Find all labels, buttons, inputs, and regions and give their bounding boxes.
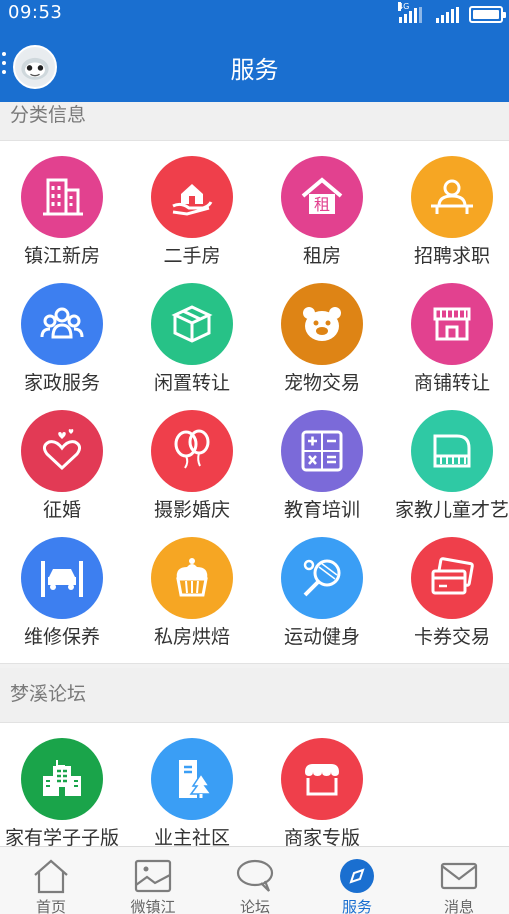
home-icon xyxy=(31,857,71,895)
building-icon xyxy=(21,156,103,238)
service-label: 私房烘焙 xyxy=(153,626,230,648)
signal-4g-icon: 4G xyxy=(398,2,422,23)
mail-icon xyxy=(439,857,479,895)
forum-item[interactable]: 业主社区 xyxy=(130,723,260,849)
box-icon xyxy=(151,283,233,365)
piano-icon xyxy=(411,410,493,492)
cupcake-icon xyxy=(151,537,233,619)
forum-item[interactable]: 家有学子子版 xyxy=(0,723,130,849)
service-label: 宠物交易 xyxy=(283,372,360,394)
section-header-classifieds: 分类信息 xyxy=(0,102,509,140)
title-bar: 服务 xyxy=(0,26,509,102)
service-label: 征婚 xyxy=(42,499,81,521)
service-label: 家政服务 xyxy=(23,372,100,394)
storefront-icon xyxy=(281,738,363,820)
service-item[interactable]: 运动健身 xyxy=(260,522,390,648)
shop-icon xyxy=(411,283,493,365)
tab-weizhenjiang[interactable]: 微镇江 xyxy=(102,847,204,914)
service-item[interactable]: 私房烘焙 xyxy=(130,522,260,648)
service-item[interactable]: 闲置转让 xyxy=(130,268,260,394)
service-item[interactable]: 租 租房 xyxy=(260,141,390,267)
service-item[interactable]: 维修保养 xyxy=(0,522,130,648)
rent-house-icon: 租 xyxy=(281,156,363,238)
service-label: 租房 xyxy=(302,245,341,267)
service-item[interactable]: 家政服务 xyxy=(0,268,130,394)
forum-grid: 家有学子子版 业主社区 商家专版 xyxy=(0,722,509,849)
tab-home[interactable]: 首页 xyxy=(0,847,102,914)
section-header-forum: 梦溪论坛 xyxy=(0,668,509,722)
battery-icon xyxy=(469,6,506,23)
service-item[interactable]: 镇江新房 xyxy=(0,141,130,267)
compass-icon xyxy=(337,857,377,895)
service-label: 运动健身 xyxy=(283,626,360,648)
svg-text:租: 租 xyxy=(314,195,330,214)
hand-house-icon xyxy=(151,156,233,238)
cards-icon xyxy=(411,537,493,619)
community-icon xyxy=(151,738,233,820)
services-grid: 镇江新房 二手房 租 租房 招聘求职 家政服务 闲置转让 宠物交易 商铺转让 征… xyxy=(0,140,509,664)
person-desk-icon xyxy=(411,156,493,238)
service-label: 维修保养 xyxy=(23,626,100,648)
page-title: 服务 xyxy=(230,56,279,84)
calculator-icon xyxy=(281,410,363,492)
service-item[interactable]: 商铺转让 xyxy=(390,268,509,394)
racket-icon xyxy=(281,537,363,619)
tab-messages[interactable]: 消息 xyxy=(408,847,509,914)
service-label: 商铺转让 xyxy=(413,372,490,394)
service-item[interactable]: 招聘求职 xyxy=(390,141,509,267)
forum-item[interactable]: 商家专版 xyxy=(260,723,390,849)
bear-face-icon xyxy=(281,283,363,365)
school-icon xyxy=(21,738,103,820)
bottom-tab-bar: 首页 微镇江 论坛 服务 消息 xyxy=(0,846,509,914)
service-label: 二手房 xyxy=(163,245,221,267)
service-label: 家教儿童才艺 xyxy=(394,499,509,521)
service-item[interactable]: 征婚 xyxy=(0,395,130,521)
service-item[interactable]: 教育培训 xyxy=(260,395,390,521)
car-lift-icon xyxy=(21,537,103,619)
service-label: 卡券交易 xyxy=(413,626,490,648)
service-item[interactable]: 卡券交易 xyxy=(390,522,509,648)
people-group-icon xyxy=(21,283,103,365)
status-icons: 4G xyxy=(398,2,506,23)
tab-services[interactable]: 服务 xyxy=(306,847,408,914)
service-label: 摄影婚庆 xyxy=(153,499,230,521)
service-item[interactable]: 摄影婚庆 xyxy=(130,395,260,521)
service-item[interactable]: 二手房 xyxy=(130,141,260,267)
service-label: 镇江新房 xyxy=(23,245,100,267)
signal-icon xyxy=(436,7,459,23)
service-label: 招聘求职 xyxy=(413,245,490,267)
service-label: 闲置转让 xyxy=(153,372,230,394)
picture-icon xyxy=(133,857,173,895)
chat-bubble-icon xyxy=(235,857,275,895)
service-item[interactable]: 家教儿童才艺 xyxy=(390,395,509,521)
service-item[interactable]: 宠物交易 xyxy=(260,268,390,394)
status-bar: 09:53 4G xyxy=(0,0,509,26)
tab-forum[interactable]: 论坛 xyxy=(204,847,306,914)
hearts-icon xyxy=(21,410,103,492)
balloons-icon xyxy=(151,410,233,492)
status-time: 09:53 xyxy=(8,2,63,23)
service-label: 教育培训 xyxy=(283,499,360,521)
